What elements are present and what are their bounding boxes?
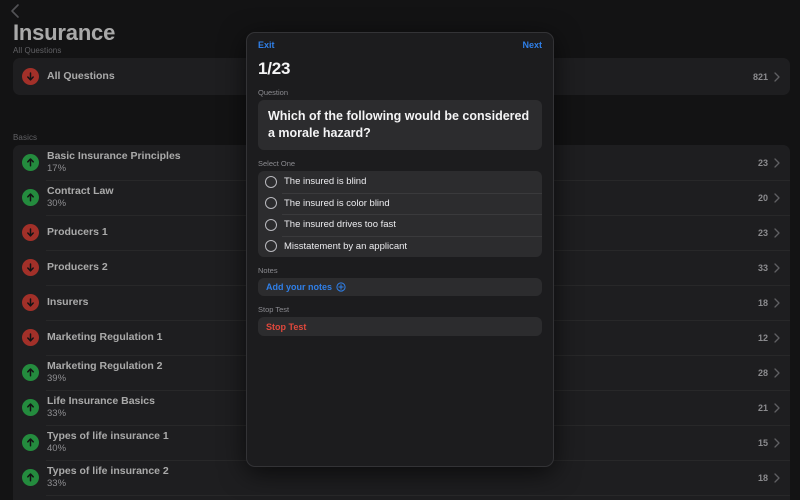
question-section-label: Question	[258, 88, 289, 97]
stop-test-action-label: Stop Test	[266, 321, 307, 332]
notes-label: Notes	[258, 266, 278, 275]
add-notes-label: Add your notes	[266, 282, 333, 292]
option-row[interactable]: The insured drives too fast	[258, 214, 542, 236]
radio-icon[interactable]	[265, 197, 277, 210]
add-notes-button[interactable]: Add your notes	[258, 278, 542, 296]
options-card: The insured is blind The insured is colo…	[258, 171, 542, 257]
radio-icon[interactable]	[265, 218, 277, 231]
option-label: Misstatement by an applicant	[284, 240, 408, 252]
radio-icon[interactable]	[265, 240, 277, 253]
stop-test-card[interactable]: Stop Test	[258, 317, 542, 336]
select-one-label: Select One	[258, 159, 296, 168]
exit-button[interactable]: Exit	[258, 40, 275, 50]
question-card: Which of the following would be consider…	[258, 100, 542, 150]
notes-card[interactable]: Add your notes	[258, 278, 542, 296]
app-root: Insurance All Questions All Questions 82…	[0, 0, 800, 500]
option-row[interactable]: The insured is color blind	[258, 192, 542, 215]
option-label: The insured is color blind	[284, 197, 390, 209]
modal-topbar: Exit Next	[247, 33, 553, 57]
question-text: Which of the following would be consider…	[268, 109, 530, 140]
option-row[interactable]: The insured is blind	[258, 171, 542, 193]
stop-test-button[interactable]: Stop Test	[258, 317, 542, 336]
option-row[interactable]: Misstatement by an applicant	[258, 235, 542, 258]
option-label: The insured is blind	[284, 176, 367, 188]
option-label: The insured drives too fast	[284, 219, 396, 231]
question-modal: Exit Next 1/23 Question Which of the fol…	[246, 32, 554, 467]
radio-icon[interactable]	[265, 175, 277, 188]
question-progress: 1/23	[258, 59, 291, 78]
stop-test-label: Stop Test	[258, 305, 290, 314]
next-button[interactable]: Next	[522, 40, 542, 50]
plus-circle-icon	[336, 282, 346, 292]
